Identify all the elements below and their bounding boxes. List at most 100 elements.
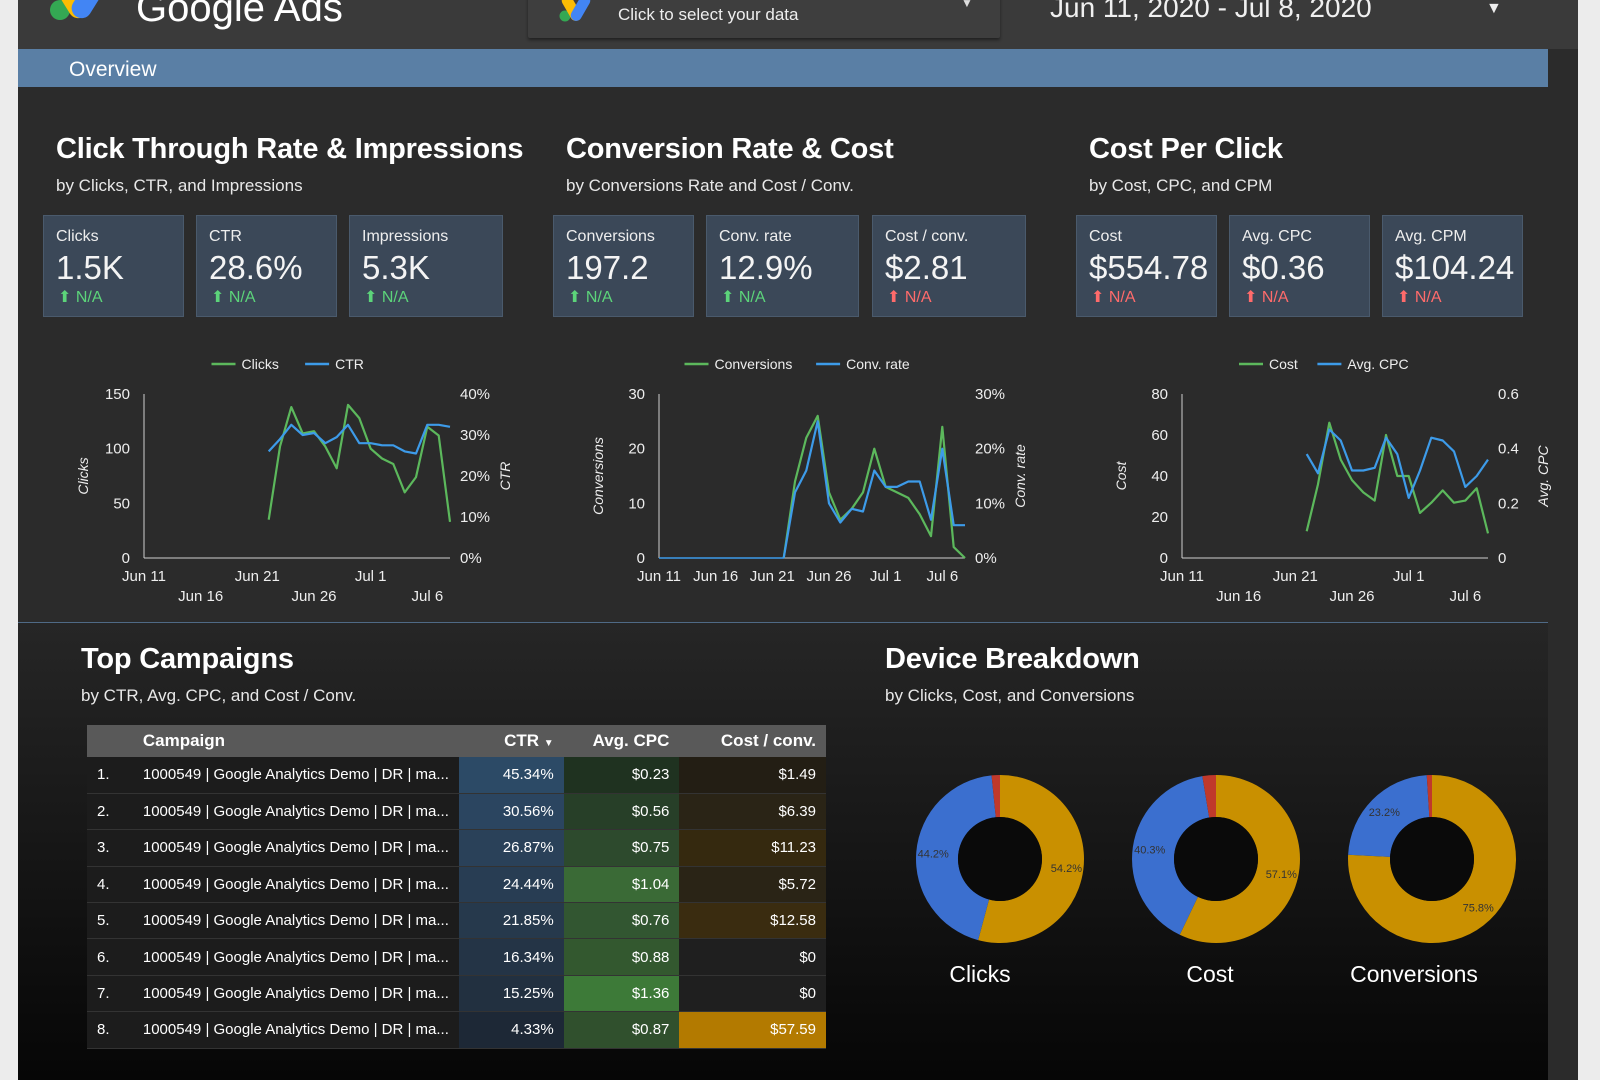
kpi-card-avg-cpc[interactable]: Avg. CPC $0.36 ⬆ N/A bbox=[1229, 215, 1370, 317]
kpi-card-cost-per-conv[interactable]: Cost / conv. $2.81 ⬆ N/A bbox=[872, 215, 1026, 317]
top-campaigns-table: Campaign CTR ▼ Avg. CPC Cost / conv. 1. 1… bbox=[87, 725, 826, 1049]
tab-overview[interactable]: Overview bbox=[69, 58, 157, 82]
ctr-section-subtitle: by Clicks, CTR, and Impressions bbox=[56, 176, 303, 195]
table-row[interactable]: 3. 1000549 | Google Analytics Demo | DR |… bbox=[87, 829, 826, 867]
kpi-card-cost[interactable]: Cost $554.78 ⬆ N/A bbox=[1076, 215, 1217, 317]
row-index: 7. bbox=[87, 975, 143, 1013]
table-row[interactable]: 8. 1000549 | Google Analytics Demo | DR |… bbox=[87, 1011, 826, 1049]
campaign-name: 1000549 | Google Analytics Demo | DR | m… bbox=[142, 938, 459, 976]
row-index: 3. bbox=[87, 829, 143, 867]
y-tick-label: 40 bbox=[1151, 468, 1168, 485]
kpi-delta: ⬆ N/A bbox=[364, 289, 409, 306]
y2-tick-label: 0 bbox=[1498, 550, 1506, 567]
row-index: 5. bbox=[87, 902, 143, 940]
kpi-card-clicks[interactable]: Clicks 1.5K ⬆ N/A bbox=[43, 215, 184, 317]
x-tick-label: Jun 21 bbox=[750, 568, 795, 585]
x-tick-label: Jun 16 bbox=[693, 568, 738, 585]
x-tick-label: Jun 26 bbox=[806, 568, 851, 585]
ctr-cell: 16.34% bbox=[458, 938, 564, 976]
cost-per-conv-cell: $11.23 bbox=[679, 829, 826, 867]
kpi-delta: ⬆ N/A bbox=[568, 289, 613, 306]
kpi-label: Impressions bbox=[362, 228, 449, 245]
brand-title: Google Ads bbox=[136, 0, 343, 30]
chevron-down-icon: ▼ bbox=[961, 0, 973, 10]
date-range-picker[interactable]: Jun 11, 2020 - Jul 8, 2020 bbox=[1050, 0, 1372, 24]
cost-per-conv-cell: $6.39 bbox=[679, 793, 826, 831]
legend-label: Clicks bbox=[242, 356, 279, 372]
arrow-up-icon: ⬆ bbox=[1244, 289, 1258, 306]
avg-cpc-cell: $0.56 bbox=[563, 793, 680, 831]
kpi-value: 1.5K bbox=[56, 249, 124, 286]
kpi-card-conv-rate[interactable]: Conv. rate 12.9% ⬆ N/A bbox=[706, 215, 859, 317]
y-tick-label: 0 bbox=[637, 550, 645, 567]
donut-label-cost: Cost bbox=[1186, 961, 1234, 987]
kpi-card-avg-cpm[interactable]: Avg. CPM $104.24 ⬆ N/A bbox=[1382, 215, 1523, 317]
campaign-name: 1000549 | Google Analytics Demo | DR | m… bbox=[142, 866, 459, 904]
legend-label: CTR bbox=[335, 356, 364, 372]
campaign-name: 1000549 | Google Analytics Demo | DR | m… bbox=[142, 1011, 459, 1049]
y2-axis-title: CTR bbox=[497, 462, 513, 491]
row-index: 6. bbox=[87, 938, 143, 976]
x-tick-label: Jul 1 bbox=[355, 568, 387, 585]
table-row[interactable]: 2. 1000549 | Google Analytics Demo | DR |… bbox=[87, 793, 826, 831]
cost-per-conv-cell: $5.72 bbox=[679, 866, 826, 904]
x-tick-label: Jun 16 bbox=[1216, 588, 1261, 605]
donut-hole bbox=[1390, 817, 1474, 901]
arrow-up-icon: ⬆ bbox=[1091, 289, 1105, 306]
x-tick-label: Jun 21 bbox=[235, 568, 280, 585]
y-axis-title: Clicks bbox=[75, 457, 91, 494]
chart-legend: Clicks CTR bbox=[211, 356, 364, 372]
campaign-name: 1000549 | Google Analytics Demo | DR | m… bbox=[142, 793, 459, 831]
arrow-up-icon: ⬆ bbox=[211, 289, 225, 306]
y-tick-label: 80 bbox=[1151, 386, 1168, 403]
ctr-section-title: Click Through Rate & Impressions bbox=[56, 133, 524, 165]
table-row[interactable]: 7. 1000549 | Google Analytics Demo | DR |… bbox=[87, 975, 826, 1013]
ctr-cell: 24.44% bbox=[458, 866, 564, 904]
table-row[interactable]: 6. 1000549 | Google Analytics Demo | DR |… bbox=[87, 938, 826, 976]
row-index: 4. bbox=[87, 866, 143, 904]
chevron-down-icon[interactable]: ▼ bbox=[1486, 0, 1502, 18]
donut-value-label: 40.3% bbox=[1134, 845, 1165, 857]
table-row[interactable]: 5. 1000549 | Google Analytics Demo | DR |… bbox=[87, 902, 826, 940]
y2-tick-label: 10% bbox=[975, 495, 1005, 512]
kpi-card-ctr[interactable]: CTR 28.6% ⬆ N/A bbox=[196, 215, 337, 317]
kpi-card-impressions[interactable]: Impressions 5.3K ⬆ N/A bbox=[349, 215, 503, 317]
kpi-card-conversions[interactable]: Conversions 197.2 ⬆ N/A bbox=[553, 215, 694, 317]
y2-tick-label: 0% bbox=[975, 550, 997, 567]
y2-tick-label: 30% bbox=[975, 386, 1005, 403]
x-tick-label: Jul 6 bbox=[411, 588, 443, 605]
y-tick-label: 100 bbox=[105, 441, 130, 458]
col-header-campaign[interactable]: Campaign bbox=[142, 725, 459, 757]
avg-cpc-cell: $1.04 bbox=[563, 866, 680, 904]
y2-tick-label: 0.2 bbox=[1498, 495, 1519, 512]
campaign-name: 1000549 | Google Analytics Demo | DR | m… bbox=[142, 975, 459, 1013]
report-header: Google Ads Click to select your data ▼ J… bbox=[18, 0, 1578, 49]
kpi-value: $0.36 bbox=[1242, 249, 1325, 286]
campaign-name: 1000549 | Google Analytics Demo | DR | m… bbox=[142, 757, 459, 794]
donut-value-label: 44.2% bbox=[918, 849, 949, 861]
y2-tick-label: 30% bbox=[460, 427, 490, 444]
x-tick-label: Jul 6 bbox=[1449, 588, 1481, 605]
kpi-value: $554.78 bbox=[1089, 249, 1209, 286]
table-row[interactable]: 1. 1000549 | Google Analytics Demo | DR |… bbox=[87, 757, 826, 794]
kpi-value: $2.81 bbox=[885, 249, 968, 286]
kpi-delta: ⬆ N/A bbox=[721, 289, 766, 306]
x-tick-label: Jun 26 bbox=[291, 588, 336, 605]
y-tick-label: 30 bbox=[628, 386, 645, 403]
ctr-cell: 26.87% bbox=[458, 829, 564, 867]
col-header-cost-per-conv[interactable]: Cost / conv. bbox=[679, 725, 826, 757]
cost-per-conv-cell: $57.59 bbox=[679, 1011, 826, 1049]
col-header-avg-cpc[interactable]: Avg. CPC bbox=[563, 725, 680, 757]
kpi-value: 5.3K bbox=[362, 249, 430, 286]
data-source-selector[interactable]: Click to select your data ▼ bbox=[528, 0, 1000, 38]
cost-cpc-chart: Cost Avg. CPC 0 20 40 60 80 0 0.2 0.4 0.6 Jun 11 Jun… bbox=[1113, 356, 1551, 605]
kpi-label: Conv. rate bbox=[719, 228, 792, 245]
arrow-up-icon: ⬆ bbox=[58, 289, 72, 306]
col-header-ctr[interactable]: CTR ▼ bbox=[458, 725, 564, 757]
kpi-value: 28.6% bbox=[209, 249, 303, 286]
ctr-cell: 4.33% bbox=[458, 1011, 564, 1049]
table-row[interactable]: 4. 1000549 | Google Analytics Demo | DR |… bbox=[87, 866, 826, 904]
x-tick-label: Jul 1 bbox=[870, 568, 902, 585]
y-tick-label: 60 bbox=[1151, 427, 1168, 444]
conv-section-subtitle: by Conversions Rate and Cost / Conv. bbox=[566, 176, 854, 195]
